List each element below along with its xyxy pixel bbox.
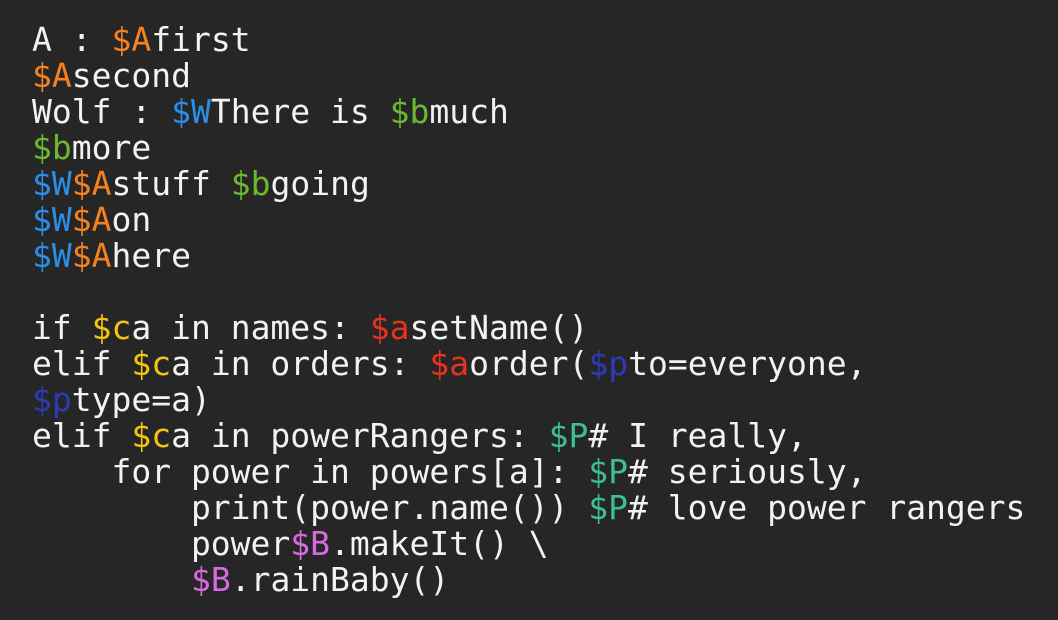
- code-token: going: [270, 164, 370, 203]
- code-line: $W$Astuff $bgoing: [32, 166, 1058, 202]
- code-token-variable: $c: [131, 344, 172, 383]
- code-token: a in orders:: [171, 344, 430, 383]
- code-token-variable: $B: [190, 560, 231, 599]
- code-token: order(: [469, 344, 589, 383]
- code-editor[interactable]: A : $Afirst $Asecond Wolf : $WThere is $bm…: [0, 0, 1058, 620]
- code-token: .makeIt() \: [330, 524, 549, 563]
- code-line: $W$Ahere: [32, 238, 1058, 274]
- code-token-variable: $b: [230, 164, 271, 203]
- code-token: print(power.name()): [32, 488, 589, 527]
- code-line: print(power.name()) $P# love power range…: [32, 490, 1058, 526]
- code-line: power$B.makeIt() \: [32, 526, 1058, 562]
- code-token: elif: [32, 344, 132, 383]
- code-token: A :: [32, 20, 112, 59]
- code-token-variable: $P: [588, 488, 629, 527]
- code-line: for power in powers[a]: $P# seriously,: [32, 454, 1058, 490]
- code-token: # love power rangers: [628, 488, 1026, 527]
- code-token-variable: $W: [32, 164, 72, 203]
- code-token-variable: $P: [588, 452, 629, 491]
- code-token: power: [32, 524, 291, 563]
- code-line: $Asecond: [32, 58, 1058, 94]
- code-token-variable: $A: [71, 236, 112, 275]
- code-token: type=a): [71, 380, 211, 419]
- code-token: stuff: [111, 164, 231, 203]
- code-token-variable: $B: [290, 524, 331, 563]
- code-token: here: [111, 236, 191, 275]
- code-token-variable: $b: [32, 128, 72, 167]
- code-token-variable: $p: [32, 380, 72, 419]
- code-token: .rainBaby(): [230, 560, 450, 599]
- code-token-variable: $A: [71, 164, 112, 203]
- code-token-variable: $a: [369, 308, 410, 347]
- code-token-variable: $W: [171, 92, 211, 131]
- code-token: second: [71, 56, 191, 95]
- code-line: elif $ca in orders: $aorder($pto=everyon…: [32, 346, 1058, 382]
- code-token: on: [111, 200, 152, 239]
- code-token-variable: $p: [588, 344, 629, 383]
- code-token: elif: [32, 416, 132, 455]
- code-token-variable: $a: [429, 344, 470, 383]
- code-token-variable: $c: [91, 308, 132, 347]
- code-line: Wolf : $WThere is $bmuch: [32, 94, 1058, 130]
- code-token: # seriously,: [628, 452, 867, 491]
- code-token-variable: $W: [32, 200, 72, 239]
- code-token-variable: $A: [32, 56, 72, 95]
- code-token: Wolf :: [32, 92, 172, 131]
- code-token: if: [32, 308, 92, 347]
- code-token-variable: $c: [131, 416, 172, 455]
- code-token-variable: $W: [32, 236, 72, 275]
- code-token: setName(): [409, 308, 589, 347]
- code-line: $bmore: [32, 130, 1058, 166]
- code-token: a in powerRangers:: [171, 416, 549, 455]
- code-token: There is: [210, 92, 390, 131]
- code-token: more: [71, 128, 152, 167]
- code-token: much: [429, 92, 509, 131]
- code-token-variable: $P: [548, 416, 589, 455]
- code-token-variable: $A: [111, 20, 152, 59]
- code-token: first: [151, 20, 251, 59]
- code-line: A : $Afirst: [32, 22, 1058, 58]
- code-token: a in names:: [131, 308, 370, 347]
- code-line: $W$Aon: [32, 202, 1058, 238]
- code-line: if $ca in names: $asetName(): [32, 310, 1058, 346]
- code-line: $B.rainBaby(): [32, 562, 1058, 598]
- code-token-variable: $A: [71, 200, 112, 239]
- code-line: elif $ca in powerRangers: $P# I really,: [32, 418, 1058, 454]
- code-token: # I really,: [588, 416, 807, 455]
- code-line: $ptype=a): [32, 382, 1058, 418]
- code-token-variable: $b: [389, 92, 430, 131]
- code-token: to=everyone,: [628, 344, 867, 383]
- code-token: for power in powers[a]:: [32, 452, 589, 491]
